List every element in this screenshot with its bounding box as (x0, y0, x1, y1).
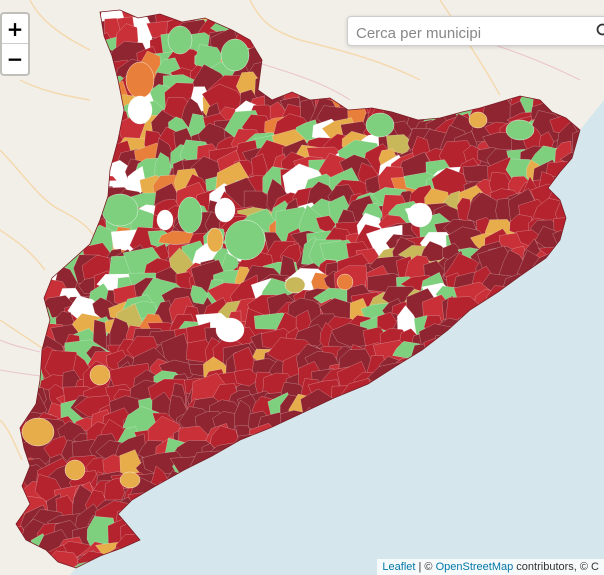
municipality[interactable] (177, 196, 203, 234)
municipality-search (347, 16, 604, 46)
municipality[interactable] (167, 25, 193, 55)
attribution-contributors: contributors, © C (513, 561, 599, 573)
osm-link[interactable]: OpenStreetMap (436, 561, 514, 573)
municipality[interactable] (21, 417, 55, 447)
municipality[interactable] (119, 471, 141, 489)
municipality[interactable] (224, 219, 266, 261)
choropleth-map[interactable] (0, 0, 604, 575)
municipality[interactable] (215, 317, 245, 343)
municipality[interactable] (365, 112, 395, 138)
municipality[interactable] (284, 276, 306, 294)
municipality[interactable] (206, 227, 224, 253)
municipality[interactable] (407, 202, 433, 228)
municipality[interactable] (89, 364, 111, 386)
zoom-control: + − (0, 12, 30, 76)
municipality[interactable] (505, 119, 535, 141)
municipality[interactable] (220, 38, 250, 72)
municipality[interactable] (336, 273, 354, 291)
leaflet-link[interactable]: Leaflet (382, 561, 415, 573)
municipality[interactable] (468, 111, 488, 129)
municipality[interactable] (214, 197, 236, 223)
municipality[interactable] (127, 95, 153, 125)
municipality[interactable] (156, 209, 174, 231)
search-icon[interactable] (596, 23, 604, 44)
attribution-separator: | © (415, 561, 436, 573)
municipality[interactable] (125, 61, 155, 99)
map-attribution: Leaflet | © OpenStreetMap contributors, … (377, 559, 604, 575)
zoom-out-button[interactable]: − (2, 44, 28, 74)
search-input[interactable] (354, 22, 578, 44)
zoom-in-button[interactable]: + (2, 14, 28, 44)
municipality[interactable] (64, 459, 86, 481)
